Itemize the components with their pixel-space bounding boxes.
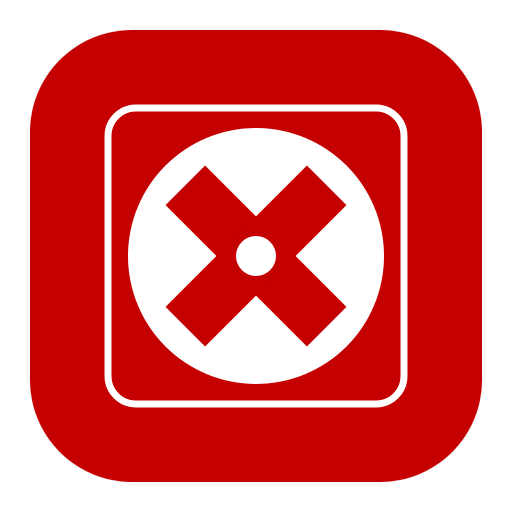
app-icon[interactable] [30,30,482,482]
center-dot [236,236,276,276]
icon-canvas [0,0,512,512]
close-x-icon [30,30,482,482]
